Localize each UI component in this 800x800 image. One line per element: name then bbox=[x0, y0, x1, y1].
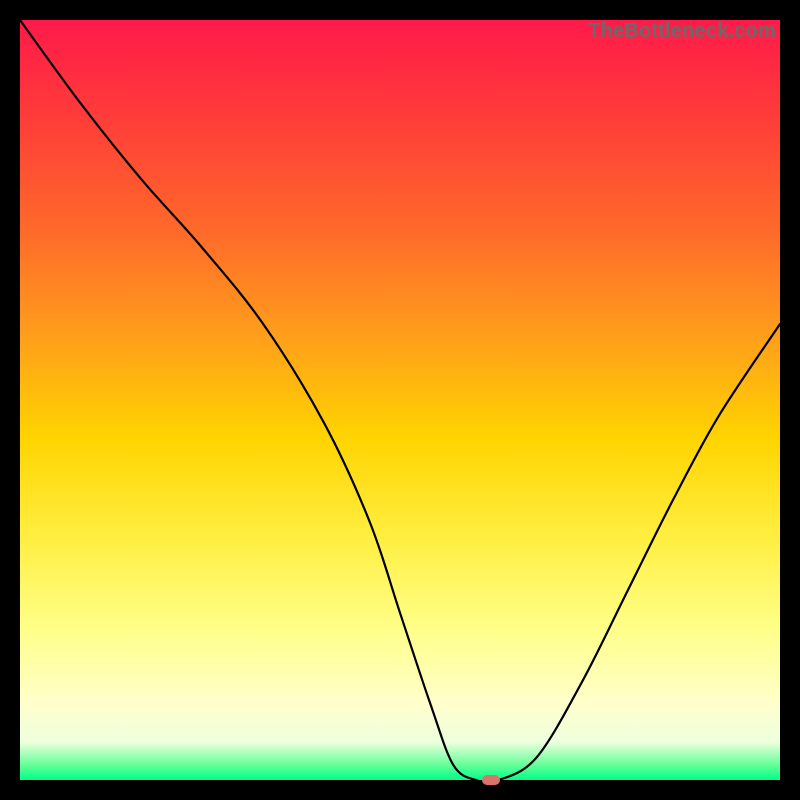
plot-area: TheBottleneck.com bbox=[20, 20, 780, 780]
bottleneck-curve bbox=[20, 20, 780, 780]
optimal-point-marker bbox=[482, 775, 500, 785]
chart-frame: TheBottleneck.com bbox=[0, 0, 800, 800]
